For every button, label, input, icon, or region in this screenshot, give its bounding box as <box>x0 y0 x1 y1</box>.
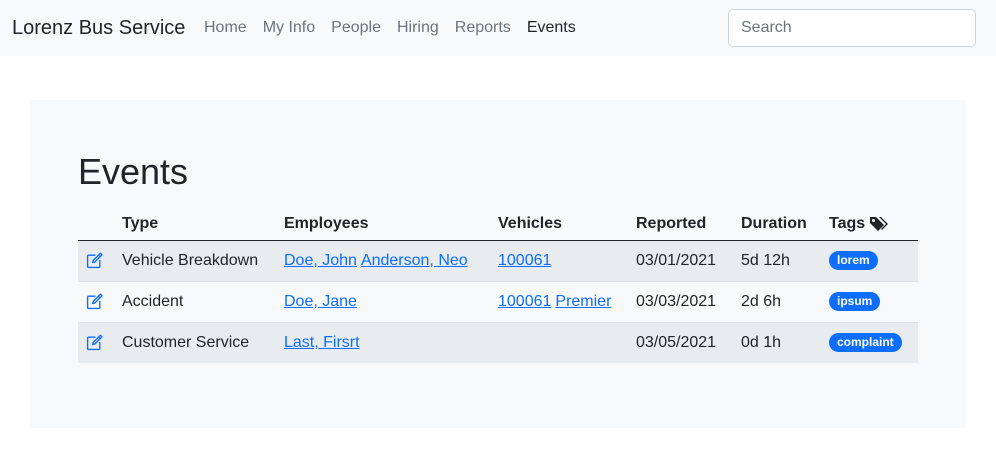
edit-icon[interactable] <box>86 334 103 351</box>
vehicle-link[interactable]: 100061 <box>498 293 551 310</box>
event-type: Customer Service <box>122 321 284 363</box>
header-edit <box>78 208 122 241</box>
vehicles-cell: 100061 Premier <box>498 280 636 322</box>
navbar: Lorenz Bus Service Home My Info People H… <box>0 0 996 56</box>
employees-cell: Doe, Jane <box>284 280 498 322</box>
nav-link-hiring[interactable]: Hiring <box>397 18 439 38</box>
duration: 5d 12h <box>741 239 829 281</box>
events-panel: Events Type Employees Vehicles Reported … <box>30 100 966 428</box>
nav-link-home[interactable]: Home <box>204 18 247 38</box>
tags-cell: lorem <box>829 239 918 281</box>
header-duration: Duration <box>741 208 829 241</box>
table-row: Accident Doe, Jane 100061 Premier 03/03/2021… <box>78 280 918 322</box>
vehicle-link[interactable]: 100061 <box>498 252 551 269</box>
edit-icon[interactable] <box>86 252 103 269</box>
tags-icon <box>870 216 889 231</box>
search-input[interactable] <box>728 9 976 47</box>
nav-links: Home My Info People Hiring Reports Event… <box>204 18 592 38</box>
tag-badge: ipsum <box>829 292 881 311</box>
reported-date: 03/05/2021 <box>636 321 741 363</box>
vehicles-cell <box>498 321 636 363</box>
header-tags: Tags <box>829 208 918 241</box>
tag-badge: complaint <box>829 333 902 353</box>
vehicle-link[interactable]: Premier <box>555 293 611 310</box>
table-row: Vehicle Breakdown Doe, John Anderson, Neo 1… <box>78 239 918 281</box>
table-header-row: Type Employees Vehicles Reported Duratio… <box>78 208 918 241</box>
reported-date: 03/01/2021 <box>636 239 741 281</box>
nav-link-my-info[interactable]: My Info <box>263 18 315 38</box>
table-row: Customer Service Last, Firsrt 03/05/2021 0d… <box>78 321 918 363</box>
tags-cell: ipsum <box>829 280 918 322</box>
tags-cell: complaint <box>829 321 918 363</box>
duration: 2d 6h <box>741 280 829 322</box>
tag-badge: lorem <box>829 251 878 270</box>
employees-cell: Doe, John Anderson, Neo <box>284 239 498 281</box>
event-type: Vehicle Breakdown <box>122 239 284 281</box>
nav-link-reports[interactable]: Reports <box>455 18 511 38</box>
header-reported: Reported <box>636 208 741 241</box>
edit-icon[interactable] <box>86 293 103 310</box>
edit-cell <box>78 280 122 322</box>
employee-link[interactable]: Anderson, Neo <box>361 252 468 269</box>
edit-cell <box>78 321 122 363</box>
page-title: Events <box>78 151 189 192</box>
header-employees: Employees <box>284 208 498 241</box>
employee-link[interactable]: Doe, John <box>284 252 357 269</box>
event-type: Accident <box>122 280 284 322</box>
employee-link[interactable]: Doe, Jane <box>284 293 357 310</box>
header-vehicles: Vehicles <box>498 208 636 241</box>
duration: 0d 1h <box>741 321 829 363</box>
reported-date: 03/03/2021 <box>636 280 741 322</box>
edit-cell <box>78 239 122 281</box>
employees-cell: Last, Firsrt <box>284 321 498 363</box>
brand-link[interactable]: Lorenz Bus Service <box>12 16 185 40</box>
employee-link[interactable]: Last, Firsrt <box>284 334 360 351</box>
vehicles-cell: 100061 <box>498 239 636 281</box>
nav-link-events[interactable]: Events <box>527 18 576 38</box>
header-type: Type <box>122 208 284 241</box>
header-tags-label: Tags <box>829 214 866 232</box>
nav-link-people[interactable]: People <box>331 18 381 38</box>
events-table: Type Employees Vehicles Reported Duratio… <box>78 208 918 363</box>
